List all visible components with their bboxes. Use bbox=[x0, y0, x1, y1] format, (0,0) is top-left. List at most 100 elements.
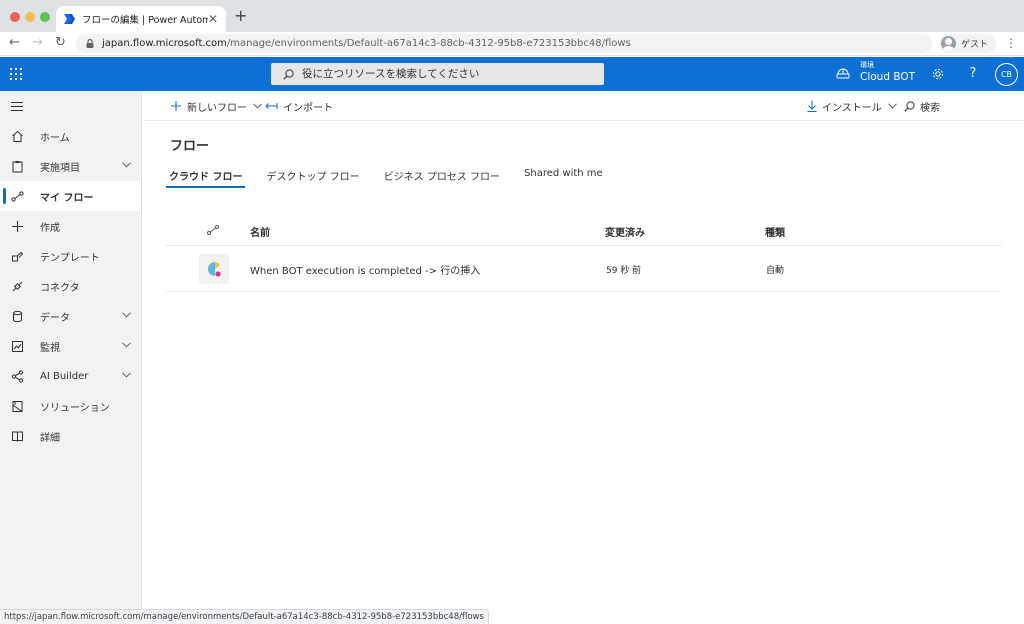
install-label: インストール bbox=[822, 102, 882, 114]
search-label: 検索 bbox=[920, 102, 940, 114]
url-host: japan.flow.microsoft.com bbox=[102, 38, 227, 49]
sidebar-item-monitor[interactable]: 監視 bbox=[0, 331, 141, 361]
browser-tab-bar: フローの編集 | Power Automate ✕ + bbox=[0, 0, 1024, 32]
left-navigation: ホーム 実施項目 マイ フロー 作成 テンプレート コネクタ データ 監視 AI… bbox=[0, 91, 142, 624]
app-launcher-icon[interactable] bbox=[10, 68, 22, 80]
column-header-type[interactable]: 種類 bbox=[765, 224, 785, 239]
address-bar: ← → ↻ japan.flow.microsoft.com/manage/en… bbox=[0, 32, 1024, 56]
search-input[interactable] bbox=[302, 68, 582, 80]
window-close-button[interactable] bbox=[10, 12, 20, 22]
window-minimize-button[interactable] bbox=[25, 12, 35, 22]
new-flow-label: 新しいフロー bbox=[187, 102, 247, 114]
environment-picker[interactable]: 環境 Cloud BOT bbox=[836, 61, 915, 84]
flow-type-column-icon bbox=[207, 225, 219, 235]
flow-modified: 59 秒 前 bbox=[606, 266, 642, 276]
nav-list: ホーム 実施項目 マイ フロー 作成 テンプレート コネクタ データ 監視 AI… bbox=[0, 121, 141, 451]
sidebar-item-label: ソリューション bbox=[40, 402, 110, 414]
home-icon bbox=[12, 130, 23, 142]
reload-icon[interactable]: ↻ bbox=[55, 36, 66, 50]
table-header: 名前 変更済み 種類 bbox=[165, 214, 1002, 246]
help-icon[interactable]: ? bbox=[966, 67, 980, 81]
tab-desktop-flows[interactable]: デスクトップ フロー bbox=[263, 166, 362, 188]
clipboard-icon bbox=[12, 160, 23, 172]
link-status-bubble: https://japan.flow.microsoft.com/manage/… bbox=[0, 609, 489, 624]
chevron-down-icon bbox=[887, 103, 897, 109]
plus-icon bbox=[171, 101, 181, 111]
flow-row-icon bbox=[199, 254, 229, 284]
sidebar-item-learn[interactable]: 詳細 bbox=[0, 421, 141, 451]
flow-type-tabs: クラウド フロー デスクトップ フロー ビジネス プロセス フロー Shared… bbox=[166, 166, 624, 188]
database-icon bbox=[13, 310, 22, 322]
profile-button[interactable]: ゲスト bbox=[939, 34, 997, 53]
search-icon bbox=[283, 68, 294, 80]
chevron-down-icon bbox=[253, 103, 262, 109]
import-label: インポート bbox=[283, 102, 333, 114]
flows-table: 名前 変更済み 種類 When BOT execution is complet… bbox=[165, 214, 1002, 292]
new-flow-button[interactable]: 新しいフロー bbox=[170, 91, 262, 121]
import-arrow-icon bbox=[265, 103, 278, 109]
sidebar-item-label: 監視 bbox=[40, 342, 60, 354]
tab-close-icon[interactable]: ✕ bbox=[208, 13, 218, 25]
sidebar-item-templates[interactable]: テンプレート bbox=[0, 241, 141, 271]
command-bar: 新しいフロー インポート インストール 検索 bbox=[143, 91, 1024, 121]
sidebar-item-home[interactable]: ホーム bbox=[0, 121, 141, 151]
sidebar-item-connectors[interactable]: コネクタ bbox=[0, 271, 141, 301]
tab-shared-with-me[interactable]: Shared with me bbox=[521, 166, 606, 188]
settings-gear-icon[interactable] bbox=[931, 67, 945, 81]
flow-name-link[interactable]: When BOT execution is completed -> 行の挿入 bbox=[250, 262, 480, 277]
browser-tab[interactable]: フローの編集 | Power Automate ✕ bbox=[56, 6, 226, 32]
flow-search-button[interactable]: 検索 bbox=[904, 91, 940, 121]
chevron-down-icon[interactable] bbox=[122, 312, 131, 318]
sidebar-item-label: ホーム bbox=[40, 132, 70, 144]
environment-icon bbox=[836, 68, 850, 78]
sidebar-item-action-items[interactable]: 実施項目 bbox=[0, 151, 141, 181]
connector-icon bbox=[12, 281, 23, 291]
profile-label: ゲスト bbox=[961, 40, 989, 50]
install-button[interactable]: インストール bbox=[807, 91, 897, 121]
sidebar-item-solutions[interactable]: ソリューション bbox=[0, 391, 141, 421]
environment-label: 環境 bbox=[860, 61, 874, 69]
chevron-down-icon[interactable] bbox=[122, 372, 131, 378]
sidebar-item-create[interactable]: 作成 bbox=[0, 211, 141, 241]
search-icon bbox=[904, 100, 915, 112]
url-path: /manage/environments/Default-a67a14c3-88… bbox=[226, 38, 631, 49]
automated-flow-icon bbox=[208, 262, 221, 277]
sidebar-item-label: コネクタ bbox=[40, 282, 80, 294]
environment-name: Cloud BOT bbox=[860, 71, 916, 83]
sidebar-item-ai-builder[interactable]: AI Builder bbox=[0, 361, 141, 391]
table-row[interactable]: When BOT execution is completed -> 行の挿入 … bbox=[165, 246, 1002, 292]
back-icon[interactable]: ← bbox=[9, 36, 20, 50]
tab-cloud-flows[interactable]: クラウド フロー bbox=[166, 166, 246, 188]
resource-search-box[interactable] bbox=[271, 63, 604, 85]
chevron-down-icon[interactable] bbox=[122, 342, 131, 348]
browser-menu-icon[interactable]: ⋮ bbox=[1005, 37, 1017, 49]
sidebar-item-label: 実施項目 bbox=[40, 162, 80, 174]
tab-title: フローの編集 | Power Automate bbox=[82, 15, 208, 26]
sidebar-item-data[interactable]: データ bbox=[0, 301, 141, 331]
sidebar-item-label: 詳細 bbox=[40, 432, 60, 444]
user-avatar[interactable]: CB bbox=[995, 63, 1018, 86]
column-header-name[interactable]: 名前 bbox=[250, 224, 270, 239]
sidebar-item-my-flows[interactable]: マイ フロー bbox=[0, 181, 141, 211]
url-field[interactable]: japan.flow.microsoft.com/manage/environm… bbox=[76, 34, 932, 53]
new-tab-button[interactable]: + bbox=[234, 8, 247, 24]
sidebar-item-label: データ bbox=[40, 312, 70, 324]
ai-builder-icon bbox=[11, 369, 24, 383]
page-title: フロー bbox=[170, 139, 210, 154]
plus-icon bbox=[12, 220, 23, 232]
tab-business-process-flows[interactable]: ビジネス プロセス フロー bbox=[381, 166, 503, 188]
monitor-icon bbox=[12, 340, 23, 352]
column-header-modified[interactable]: 変更済み bbox=[605, 224, 645, 239]
lock-icon bbox=[86, 39, 94, 48]
import-button[interactable]: インポート bbox=[265, 91, 333, 121]
hamburger-menu-icon[interactable] bbox=[11, 102, 23, 111]
solution-icon bbox=[12, 400, 23, 412]
url-text: japan.flow.microsoft.com/manage/environm… bbox=[102, 38, 631, 49]
forward-icon[interactable]: → bbox=[32, 36, 43, 50]
power-automate-logo-icon bbox=[64, 14, 75, 24]
window-zoom-button[interactable] bbox=[40, 12, 50, 22]
sidebar-item-label: AI Builder bbox=[40, 370, 89, 382]
chevron-down-icon[interactable] bbox=[122, 162, 131, 168]
book-icon bbox=[12, 431, 23, 442]
template-icon bbox=[12, 251, 24, 261]
